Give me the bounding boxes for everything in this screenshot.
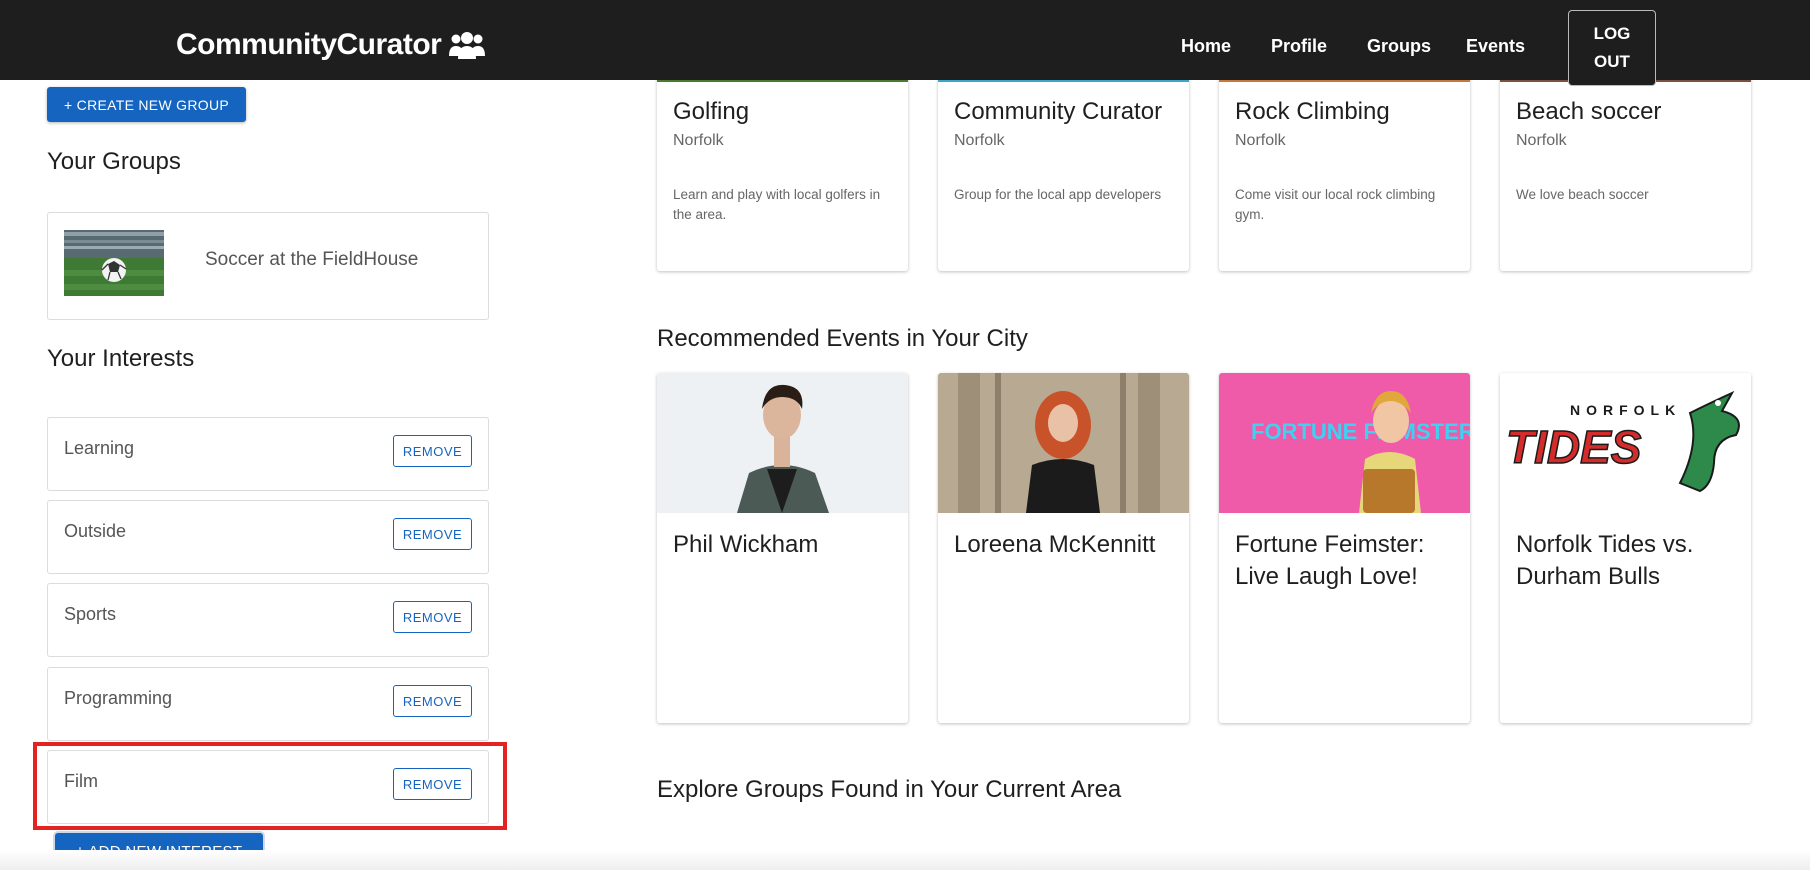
group-description: We love beach soccer (1516, 187, 1649, 202)
event-card-norfolk-tides[interactable]: NORFOLK TIDES Norfolk Tides vs. Durham B… (1500, 373, 1751, 723)
interest-card-outside: Outside REMOVE (47, 500, 489, 574)
page-bottom-edge (0, 850, 1810, 870)
group-card-golfing[interactable]: Golfing Norfolk Learn and play with loca… (657, 70, 908, 271)
event-card-fortune-feimster[interactable]: FORTUNE FEIMSTER Fortune Feimster: Live … (1219, 373, 1470, 723)
group-description: Learn and play with local golfers in the… (673, 187, 881, 222)
interest-label: Programming (64, 688, 173, 708)
event-card-phil-wickham[interactable]: Phil Wickham (657, 373, 908, 723)
interest-label: Sports (64, 604, 117, 624)
group-description: Come visit our local rock climbing gym. (1235, 187, 1436, 222)
event-image (657, 373, 908, 513)
brand-name: CommunityCurator (176, 28, 442, 61)
interest-card-learning: Learning REMOVE (47, 417, 489, 491)
navbar: CommunityCurator Home Profile Groups Eve… (0, 0, 1810, 86)
logout-label-line2: OUT (1594, 52, 1630, 71)
group-city: Norfolk (673, 132, 724, 149)
recommended-events-title: Recommended Events in Your City (657, 325, 1028, 352)
explore-groups-title: Explore Groups Found in Your Current Are… (657, 776, 1122, 803)
group-card-rock-climbing[interactable]: Rock Climbing Norfolk Come visit our loc… (1219, 70, 1470, 271)
remove-interest-button[interactable]: REMOVE (393, 685, 472, 717)
your-interests-title: Your Interests (47, 345, 195, 372)
brand-logo[interactable]: CommunityCurator (176, 28, 487, 62)
logo-top-text: NORFOLK (1570, 402, 1681, 418)
group-city: Norfolk (1516, 132, 1567, 149)
logo-main-text: TIDES (1506, 421, 1642, 473)
create-group-button[interactable]: + CREATE NEW GROUP (47, 87, 246, 122)
event-title: Loreena McKennitt (954, 531, 1156, 558)
remove-interest-button[interactable]: REMOVE (393, 601, 472, 633)
poster-text: FORTUNE FEIMSTER (1251, 419, 1470, 444)
group-title: Golfing (673, 98, 750, 125)
interest-label: Outside (64, 521, 127, 541)
interest-card-sports: Sports REMOVE (47, 583, 489, 657)
group-description: Group for the local app developers (954, 187, 1162, 202)
nav-home[interactable]: Home (1181, 36, 1231, 57)
event-title: Fortune Feimster: Live Laugh Love! (1235, 531, 1425, 590)
nav-profile[interactable]: Profile (1271, 36, 1327, 57)
group-city: Norfolk (954, 132, 1005, 149)
nav-events[interactable]: Events (1466, 36, 1525, 57)
logout-label-line1: LOG (1593, 24, 1631, 43)
nav-groups[interactable]: Groups (1367, 36, 1431, 57)
group-city: Norfolk (1235, 132, 1286, 149)
group-card-community-curator[interactable]: Community Curator Norfolk Group for the … (938, 70, 1189, 271)
group-thumbnail (64, 230, 164, 296)
remove-interest-button[interactable]: REMOVE (393, 768, 472, 800)
interest-label: Film (64, 771, 98, 791)
your-groups-title: Your Groups (47, 148, 181, 175)
interest-label: Learning (64, 438, 135, 458)
group-name: Soccer at the FieldHouse (205, 249, 419, 270)
event-title: Phil Wickham (673, 531, 819, 558)
users-icon (449, 32, 486, 59)
event-image (938, 373, 1189, 513)
interest-card-programming: Programming REMOVE (47, 667, 489, 741)
event-image: FORTUNE FEIMSTER (1219, 373, 1470, 513)
event-card-loreena-mckennitt[interactable]: Loreena McKennitt (938, 373, 1189, 723)
group-title: Community Curator (954, 98, 1163, 125)
event-title: Norfolk Tides vs. Durham Bulls (1516, 531, 1694, 590)
group-title: Beach soccer (1516, 98, 1662, 125)
group-card[interactable]: Soccer at the FieldHouse (47, 212, 489, 320)
interest-card-film: Film REMOVE (47, 750, 489, 824)
group-title: Rock Climbing (1235, 98, 1390, 125)
event-image: NORFOLK TIDES (1500, 373, 1751, 513)
logout-button[interactable]: LOG OUT (1568, 10, 1656, 86)
group-card-beach-soccer[interactable]: Beach soccer Norfolk We love beach socce… (1500, 70, 1751, 271)
remove-interest-button[interactable]: REMOVE (393, 435, 472, 467)
remove-interest-button[interactable]: REMOVE (393, 518, 472, 550)
